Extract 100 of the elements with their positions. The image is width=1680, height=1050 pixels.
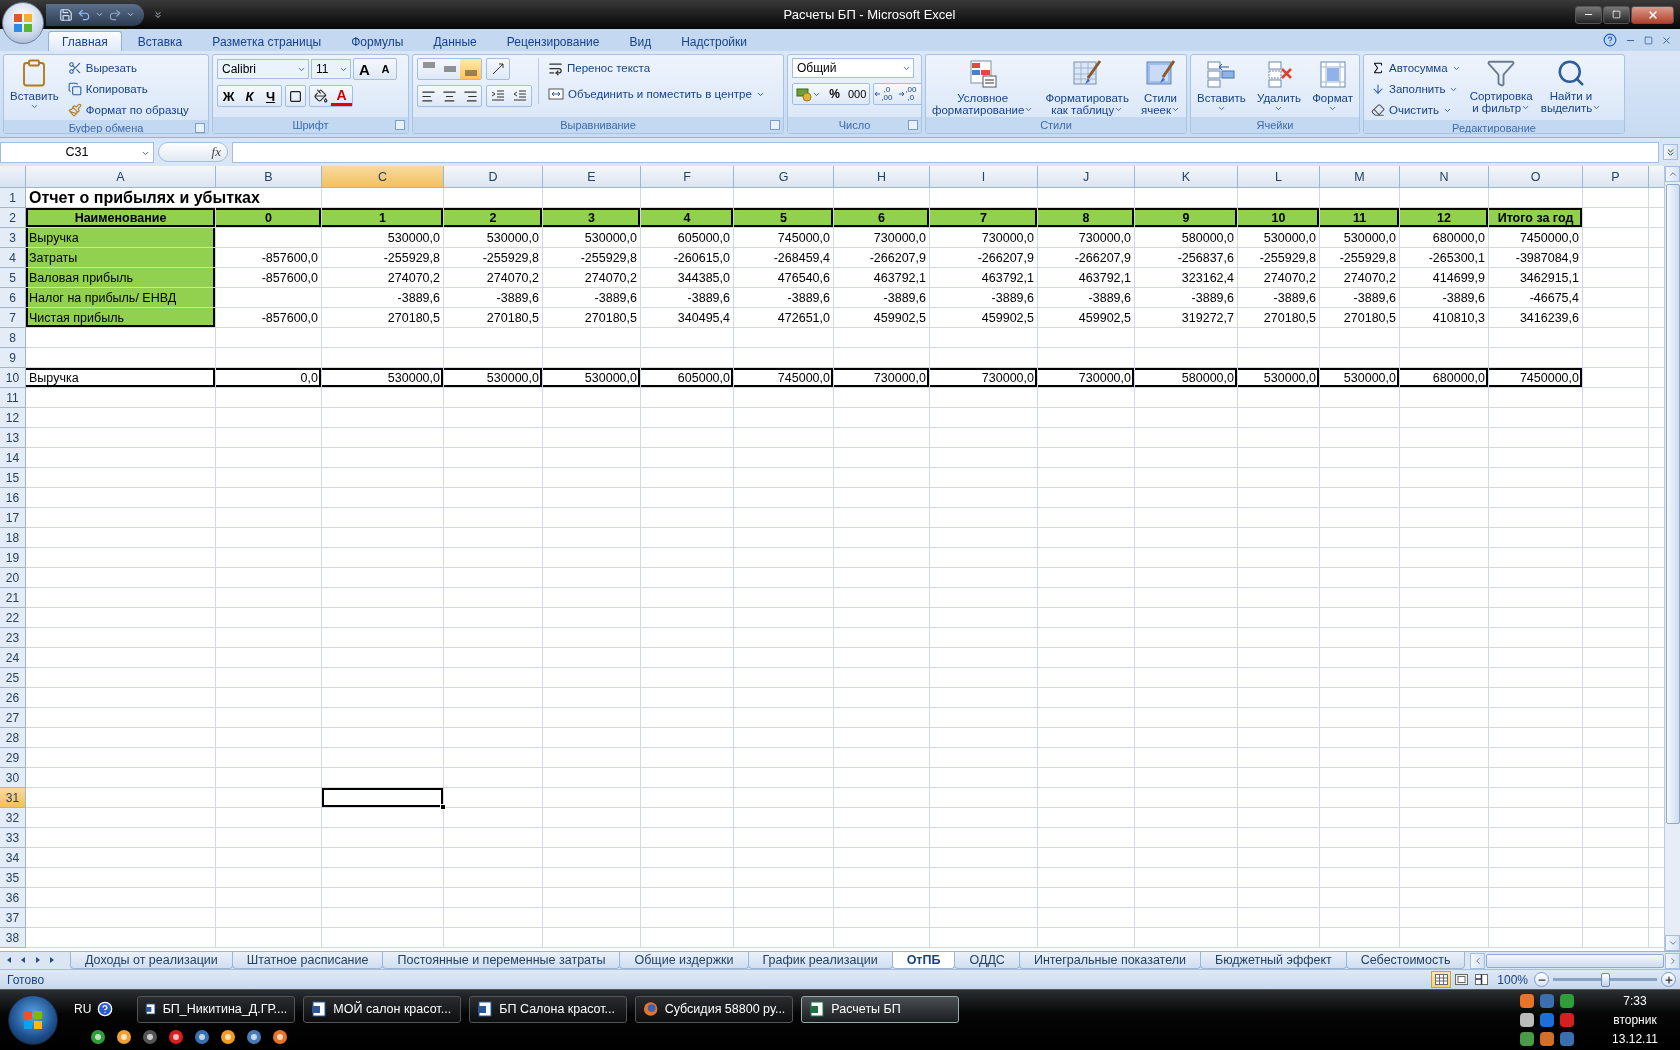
- row-header[interactable]: 34: [0, 848, 26, 868]
- dialog-launcher-icon[interactable]: [908, 120, 918, 130]
- row-header[interactable]: 28: [0, 728, 26, 748]
- row-header[interactable]: 35: [0, 868, 26, 888]
- row-header[interactable]: 37: [0, 908, 26, 928]
- column-header[interactable]: E: [543, 166, 641, 188]
- row-header[interactable]: 11: [0, 388, 26, 408]
- sheet-tab[interactable]: ОДДС: [954, 952, 1020, 969]
- row-header[interactable]: 8: [0, 328, 26, 348]
- row-header[interactable]: 6: [0, 288, 26, 308]
- column-header[interactable]: C: [322, 166, 444, 188]
- column-header[interactable]: P: [1583, 166, 1649, 188]
- slider-thumb[interactable]: [1601, 972, 1610, 987]
- taskbar-button[interactable]: Субсидия 58800 ру...: [635, 995, 794, 1023]
- styles-button[interactable]: Условное форматирование: [930, 58, 1036, 116]
- sheet-tab[interactable]: Постоянные и переменные затраты: [382, 952, 621, 969]
- undo-menu-button[interactable]: [94, 10, 105, 19]
- row-header[interactable]: 1: [0, 188, 26, 208]
- taskbar-button[interactable]: МОЙ салон красот...: [303, 995, 462, 1023]
- row-header[interactable]: 31: [0, 788, 26, 808]
- ribbon-tab[interactable]: Формулы: [337, 31, 418, 51]
- paste-button[interactable]: Вставить: [8, 58, 61, 111]
- redo-menu-button[interactable]: [125, 10, 136, 19]
- font-name-field[interactable]: Calibri: [217, 59, 309, 79]
- redo-button[interactable]: [107, 7, 123, 22]
- ribbon-tab[interactable]: Надстройки: [667, 31, 761, 51]
- column-header[interactable]: O: [1489, 166, 1583, 188]
- row-header[interactable]: 5: [0, 268, 26, 288]
- cells-button[interactable]: Формат: [1310, 58, 1355, 113]
- row-header[interactable]: 13: [0, 428, 26, 448]
- row-header[interactable]: 21: [0, 588, 26, 608]
- number-format-field[interactable]: Общий: [792, 58, 914, 78]
- view-button[interactable]: [1431, 971, 1452, 988]
- font-color-button[interactable]: A: [331, 86, 352, 106]
- row-header[interactable]: 29: [0, 748, 26, 768]
- font-size-field[interactable]: 11: [311, 59, 351, 79]
- column-header[interactable]: D: [444, 166, 543, 188]
- row-header[interactable]: 22: [0, 608, 26, 628]
- wrap-text-button[interactable]: Перенос текста: [545, 58, 768, 78]
- save-button[interactable]: [58, 7, 74, 22]
- row-header[interactable]: 23: [0, 628, 26, 648]
- row-header[interactable]: 7: [0, 308, 26, 328]
- scrollbar-thumb[interactable]: [1665, 184, 1680, 824]
- row-header[interactable]: 38: [0, 928, 26, 948]
- row-header[interactable]: 19: [0, 548, 26, 568]
- sheet-tab[interactable]: Бюджетный эффект: [1200, 952, 1347, 969]
- close-icon[interactable]: [1661, 34, 1672, 46]
- row-header[interactable]: 2: [0, 208, 26, 228]
- ribbon-tab[interactable]: Вид: [615, 31, 666, 51]
- row-header[interactable]: 32: [0, 808, 26, 828]
- dialog-launcher-icon[interactable]: [195, 123, 205, 133]
- grow-font-button[interactable]: A: [354, 59, 375, 79]
- row-header[interactable]: 30: [0, 768, 26, 788]
- decrease-decimal-button[interactable]: ,00 ,0: [898, 84, 921, 104]
- customize-button[interactable]: [152, 9, 164, 20]
- taskbar-button[interactable]: Расчеты БП: [801, 995, 960, 1023]
- ribbon-tab[interactable]: Разметка страницы: [198, 31, 336, 51]
- row-header[interactable]: 36: [0, 888, 26, 908]
- column-header[interactable]: A: [26, 166, 216, 188]
- editing-button[interactable]: Очистить: [1368, 100, 1464, 120]
- formula-field[interactable]: [232, 141, 1659, 163]
- column-header[interactable]: B: [216, 166, 322, 188]
- dialog-launcher-icon[interactable]: [395, 120, 405, 130]
- row-header[interactable]: 26: [0, 688, 26, 708]
- sheet-tab[interactable]: Штатное расписание: [231, 952, 384, 969]
- column-header[interactable]: H: [834, 166, 930, 188]
- close-button[interactable]: [1631, 5, 1674, 24]
- editing-button[interactable]: Найти и выделить: [1538, 58, 1604, 114]
- editing-button[interactable]: Заполнить: [1368, 79, 1464, 99]
- language-indicator[interactable]: RU: [74, 1002, 92, 1016]
- row-header[interactable]: 17: [0, 508, 26, 528]
- editing-button[interactable]: Автосумма: [1368, 58, 1464, 78]
- row-header[interactable]: 12: [0, 408, 26, 428]
- dialog-launcher-icon[interactable]: [770, 120, 780, 130]
- column-header[interactable]: G: [734, 166, 834, 188]
- row-header[interactable]: 15: [0, 468, 26, 488]
- ribbon-tab[interactable]: Рецензирование: [492, 31, 614, 51]
- percent-button[interactable]: %: [824, 84, 845, 104]
- clipboard-item[interactable]: Формат по образцу: [64, 100, 192, 120]
- column-header[interactable]: M: [1320, 166, 1400, 188]
- sheet-tab[interactable]: Доходы от реализации: [70, 952, 233, 969]
- sheet-tab[interactable]: Интегральные показатели: [1018, 952, 1201, 969]
- scrollbar-thumb[interactable]: [1486, 953, 1664, 968]
- taskbar-button[interactable]: БП Салона красот...: [469, 995, 628, 1023]
- minimize-button[interactable]: [1575, 5, 1602, 24]
- clipboard-item[interactable]: Копировать: [64, 79, 192, 99]
- clipboard-item[interactable]: Вырезать: [64, 58, 192, 78]
- expand-formula-button[interactable]: [1663, 144, 1678, 160]
- column-header[interactable]: N: [1400, 166, 1489, 188]
- name-box[interactable]: C31: [0, 141, 154, 163]
- row-header[interactable]: 14: [0, 448, 26, 468]
- styles-button[interactable]: Стили ячеек: [1138, 58, 1182, 116]
- borders-button[interactable]: [285, 85, 306, 107]
- row-header[interactable]: 27: [0, 708, 26, 728]
- sheet-tab[interactable]: Общие издержки: [619, 952, 749, 969]
- row-header[interactable]: 10: [0, 368, 26, 388]
- row-header[interactable]: 9: [0, 348, 26, 368]
- start-button[interactable]: [8, 995, 58, 1045]
- sheet-tab[interactable]: Себестоимость: [1345, 952, 1466, 969]
- font-style-button[interactable]: Ж: [218, 86, 239, 106]
